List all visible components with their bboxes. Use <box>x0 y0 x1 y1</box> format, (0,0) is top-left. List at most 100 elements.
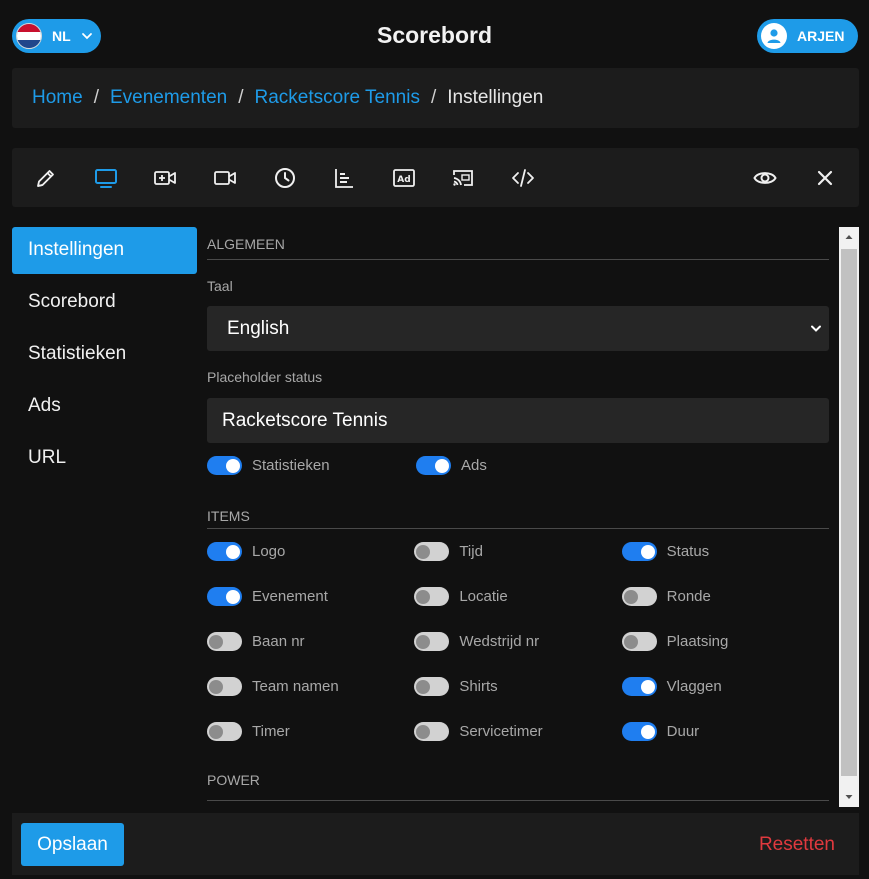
chevron-down-icon <box>811 325 821 332</box>
sidenav-item-instellingen[interactable]: Instellingen <box>12 227 197 274</box>
toggle-status[interactable]: Status <box>621 542 829 561</box>
toolbar: Ad <box>12 148 859 207</box>
toggle-label: Baan nr <box>252 633 305 650</box>
items-toggles-row: Team namen Shirts Vlaggen <box>207 664 829 709</box>
toggle-label: Plaatsing <box>666 633 729 650</box>
toggle-switch[interactable] <box>414 722 450 741</box>
language-select-value: English <box>227 317 290 339</box>
video-icon[interactable] <box>211 164 239 192</box>
placeholder-status-input[interactable]: Racketscore Tennis <box>207 398 829 443</box>
toggle-label: Evenement <box>252 588 328 605</box>
toggle-switch[interactable] <box>207 456 242 475</box>
monitor-icon[interactable] <box>92 164 120 192</box>
bar-chart-icon[interactable] <box>330 164 358 192</box>
code-icon[interactable] <box>509 164 537 192</box>
toggle-label: Logo <box>252 543 286 560</box>
toggle-switch[interactable] <box>207 587 242 606</box>
toggle-label: Ronde <box>666 588 711 605</box>
toggle-label: Timer <box>252 723 290 740</box>
user-name: ARJEN <box>797 28 845 44</box>
sidenav-item-url[interactable]: URL <box>12 435 197 482</box>
svg-text:Ad: Ad <box>397 175 410 185</box>
breadcrumb-current: Instellingen <box>447 87 544 108</box>
pencil-icon[interactable] <box>32 164 60 192</box>
toggle-timer[interactable]: Timer <box>207 722 414 741</box>
language-select[interactable]: English <box>207 306 829 351</box>
toggle-ronde[interactable]: Ronde <box>621 587 829 606</box>
toggle-ads[interactable]: Ads <box>416 456 625 475</box>
scrollbar-thumb[interactable] <box>841 249 857 776</box>
breadcrumb-separator: / <box>430 87 437 108</box>
toggle-label: Servicetimer <box>459 723 543 740</box>
toggle-switch[interactable] <box>621 632 657 651</box>
sidenav-item-scorebord[interactable]: Scorebord <box>12 279 197 326</box>
language-label: Taal <box>207 278 233 294</box>
toggle-vlaggen[interactable]: Vlaggen <box>621 677 829 696</box>
settings-sidenav: Instellingen Scorebord Statistieken Ads … <box>12 227 197 487</box>
toggle-switch[interactable] <box>621 677 657 696</box>
items-toggles-row: Evenement Locatie Ronde <box>207 574 829 619</box>
toggle-statistieken[interactable]: Statistieken <box>207 456 416 475</box>
breadcrumb: Home / Evenementen / Racketscore Tennis … <box>12 68 859 128</box>
app-header: NL Scorebord ARJEN <box>0 0 869 70</box>
footer-bar: Opslaan Resetten <box>12 813 859 875</box>
toggle-switch[interactable] <box>621 542 657 561</box>
toggle-switch[interactable] <box>621 722 657 741</box>
ad-icon[interactable]: Ad <box>390 164 418 192</box>
toggle-baan-nr[interactable]: Baan nr <box>207 632 414 651</box>
video-add-icon[interactable] <box>151 164 179 192</box>
general-toggles-row: Statistieken Ads <box>207 443 829 488</box>
breadcrumb-event[interactable]: Racketscore Tennis <box>255 87 420 109</box>
page-title: Scorebord <box>376 22 493 48</box>
save-button[interactable]: Opslaan <box>21 823 124 866</box>
toggle-label: Vlaggen <box>666 678 722 695</box>
scroll-down-arrow-icon[interactable] <box>839 787 859 807</box>
items-toggles-row: Timer Servicetimer Duur <box>207 709 829 754</box>
breadcrumb-events[interactable]: Evenementen <box>110 87 227 109</box>
toggle-label: Statistieken <box>252 457 330 474</box>
user-menu-button[interactable]: ARJEN <box>757 19 858 53</box>
toggle-switch[interactable] <box>414 587 450 606</box>
toggle-wedstrijd-nr[interactable]: Wedstrijd nr <box>414 632 621 651</box>
toggle-evenement[interactable]: Evenement <box>207 587 414 606</box>
toggle-switch[interactable] <box>414 542 450 561</box>
items-toggles-row: Baan nr Wedstrijd nr Plaatsing <box>207 619 829 664</box>
sidenav-item-statistieken[interactable]: Statistieken <box>12 331 197 378</box>
content-scrollbar[interactable] <box>839 227 859 807</box>
toggle-label: Team namen <box>252 678 339 695</box>
toggle-switch[interactable] <box>207 632 242 651</box>
close-icon[interactable] <box>811 164 839 192</box>
toggle-servicetimer[interactable]: Servicetimer <box>414 722 621 741</box>
toggle-label: Shirts <box>459 678 498 695</box>
toggle-label: Tijd <box>459 543 483 560</box>
breadcrumb-separator: / <box>93 87 99 108</box>
toggle-logo[interactable]: Logo <box>207 542 414 561</box>
breadcrumb-home[interactable]: Home <box>32 87 83 109</box>
sidenav-item-ads[interactable]: Ads <box>12 383 197 430</box>
toggle-locatie[interactable]: Locatie <box>414 587 621 606</box>
toggle-label: Wedstrijd nr <box>459 633 540 650</box>
section-heading-items: ITEMS <box>207 488 829 529</box>
toggle-switch[interactable] <box>414 677 450 696</box>
eye-icon[interactable] <box>751 164 779 192</box>
reset-button[interactable]: Resetten <box>759 823 835 866</box>
toggle-switch[interactable] <box>207 677 242 696</box>
breadcrumb-separator: / <box>238 87 244 108</box>
toggle-duur[interactable]: Duur <box>621 722 829 741</box>
toggle-switch[interactable] <box>621 587 657 606</box>
scroll-up-arrow-icon[interactable] <box>839 227 859 247</box>
toggle-switch[interactable] <box>207 722 242 741</box>
toggle-switch[interactable] <box>207 542 242 561</box>
toggle-label: Duur <box>666 723 700 740</box>
toggle-label: Ads <box>461 457 487 474</box>
toggle-team-namen[interactable]: Team namen <box>207 677 414 696</box>
toggle-switch[interactable] <box>416 456 451 475</box>
clock-icon[interactable] <box>271 164 299 192</box>
toggle-plaatsing[interactable]: Plaatsing <box>621 632 829 651</box>
toggle-shirts[interactable]: Shirts <box>414 677 621 696</box>
toggle-switch[interactable] <box>414 632 450 651</box>
user-avatar-icon <box>761 23 787 49</box>
toggle-tijd[interactable]: Tijd <box>414 542 621 561</box>
cast-icon[interactable] <box>449 164 477 192</box>
toggle-label: Locatie <box>459 588 508 605</box>
